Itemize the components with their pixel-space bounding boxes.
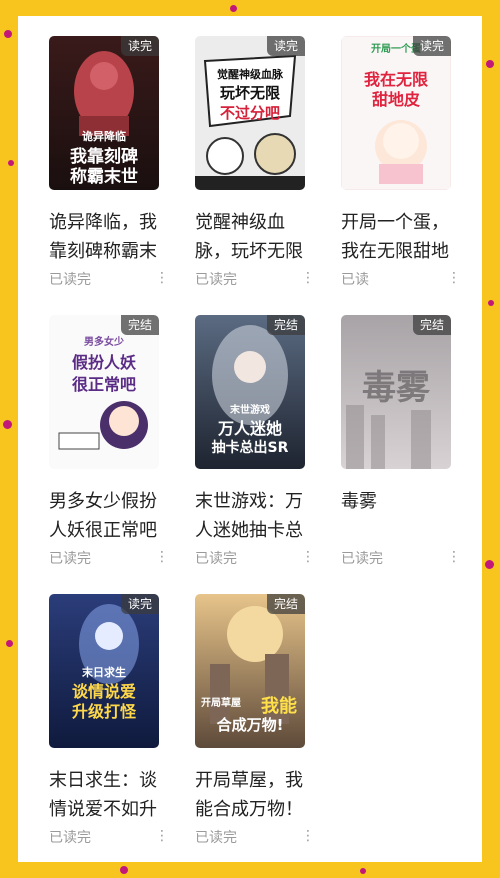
read-status: 已读完 [49,551,91,567]
decor-dot [4,30,12,38]
cover-title-line: 万人迷她 [217,419,282,438]
decor-dot [486,60,494,68]
cover-title-line: 合成万物! [216,716,284,734]
more-options-icon[interactable]: ⋮ [155,827,169,845]
decor-dot [6,640,13,647]
status-badge: 完结 [120,315,159,335]
cover-title-line: 男多女少 [84,337,124,348]
cover-title-line: 毒雾 [362,368,430,408]
decor-dot [120,866,128,874]
book-cover[interactable]: 末日求生 谈情说爱 升级打怪 读完 [49,594,159,748]
status-badge: 完结 [412,315,451,335]
status-badge: 读完 [120,36,159,56]
read-status: 已读完 [195,551,237,567]
book-title[interactable]: 毒雾 [341,487,451,545]
book-cover[interactable]: 开局草屋 我能 合成万物! 完结 [195,594,305,748]
cover-title-line: 称霸末世 [70,167,138,187]
more-options-icon[interactable]: ⋮ [447,548,461,566]
book-cover[interactable]: 末世游戏 万人迷她 抽卡总出SR 完结 [195,315,305,469]
cover-title-line: 抽卡总出SR [211,440,289,456]
read-status: 已读 [341,272,369,288]
decor-dot [485,560,494,569]
book-cover[interactable]: 觉醒神级血脉 玩坏无限 不过分吧 读完 [195,36,305,190]
cover-art [341,36,451,190]
cover-title-line: 升级打怪 [71,702,136,721]
cover-title-line: 玩坏无限 [219,84,280,102]
more-options-icon[interactable]: ⋮ [301,548,315,566]
book-cover[interactable]: 男多女少 假扮人妖 很正常吧 完结 [49,315,159,469]
read-status: 已读完 [49,830,91,846]
more-options-icon[interactable]: ⋮ [301,269,315,287]
cover-title-line: 末世游戏 [230,405,270,416]
more-options-icon[interactable]: ⋮ [155,548,169,566]
cover-title-line: 觉醒神级血脉 [217,68,283,81]
book-title[interactable]: 男多女少假扮人妖很正常吧 [49,487,159,545]
book-cover[interactable]: 诡异降临 我靠刻碑 称霸末世 读完 [49,36,159,190]
book-title[interactable]: 末日求生：谈情说爱不如升级打怪 [49,766,159,824]
read-status: 已读完 [49,272,91,288]
status-badge: 完结 [266,594,305,614]
book-title[interactable]: 开局草屋，我能合成万物！ [195,766,305,824]
status-badge: 读完 [266,36,305,56]
status-badge: 读完 [412,36,451,56]
cover-title-line: 不过分吧 [219,104,280,122]
bookshelf-panel: 诡异降临 我靠刻碑 称霸末世 读完 诡异降临，我靠刻碑称霸末世 已读完 ⋮ 觉醒… [18,16,482,862]
more-options-icon[interactable]: ⋮ [155,269,169,287]
read-status: 已读完 [195,272,237,288]
book-cover[interactable]: 毒雾 完结 [341,315,451,469]
book-title[interactable]: 觉醒神级血脉，玩坏无限不过分吧 [195,208,305,266]
more-options-icon[interactable]: ⋮ [301,827,315,845]
book-title[interactable]: 开局一个蛋，我在无限甜地皮 [341,208,451,266]
book-cover[interactable]: 开局一个蛋 我在无限 甜地皮 读完 [341,36,451,190]
cover-title-line: 假扮人妖 [71,353,136,372]
cover-title-line: 甜地皮 [371,90,420,109]
decor-dot [488,300,494,306]
read-status: 已读完 [195,830,237,846]
read-status: 已读完 [341,551,383,567]
decor-dot [8,160,14,166]
cover-title-line: 很正常吧 [71,375,136,394]
decor-dot [360,868,366,874]
status-badge: 读完 [120,594,159,614]
more-options-icon[interactable]: ⋮ [447,269,461,287]
decor-dot [230,5,237,12]
decor-dot [3,420,12,429]
book-title[interactable]: 末世游戏：万人迷她抽卡总出SR [195,487,305,545]
book-title[interactable]: 诡异降临，我靠刻碑称霸末世 [49,208,159,266]
status-badge: 完结 [266,315,305,335]
